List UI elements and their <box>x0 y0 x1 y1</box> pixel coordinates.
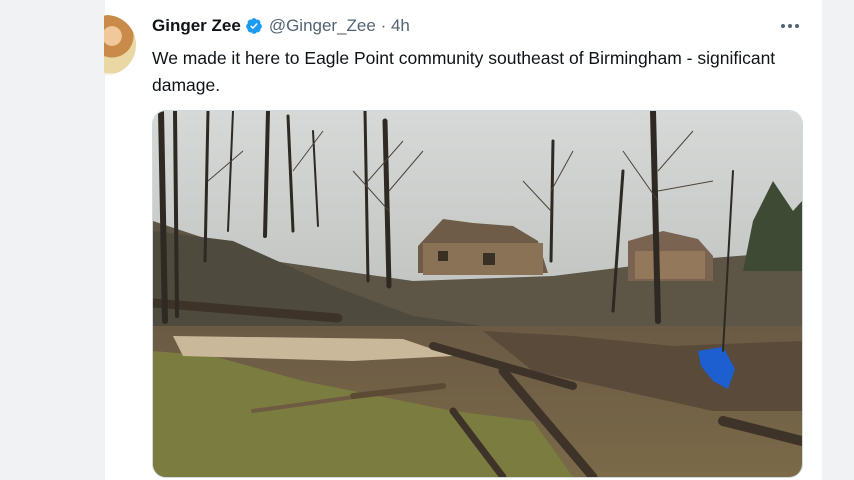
right-gutter <box>822 0 854 480</box>
more-options-icon[interactable] <box>778 18 802 34</box>
tweet-timestamp[interactable]: 4h <box>391 16 410 36</box>
avatar-image <box>104 15 136 75</box>
left-gutter <box>0 0 105 480</box>
tweet-photo[interactable] <box>152 110 803 478</box>
verified-badge-icon <box>245 18 262 34</box>
author-handle[interactable]: @Ginger_Zee <box>269 16 376 36</box>
more-dot <box>781 24 785 28</box>
avatar[interactable] <box>104 15 136 75</box>
storm-damage-photo <box>153 111 802 477</box>
tweet-header: Ginger Zee @Ginger_Zee · 4h <box>152 16 410 36</box>
more-dot <box>788 24 792 28</box>
more-dot <box>795 24 799 28</box>
author-name[interactable]: Ginger Zee <box>152 16 241 36</box>
separator-dot: · <box>375 16 391 35</box>
tweet-text: We made it here to Eagle Point community… <box>152 48 776 95</box>
